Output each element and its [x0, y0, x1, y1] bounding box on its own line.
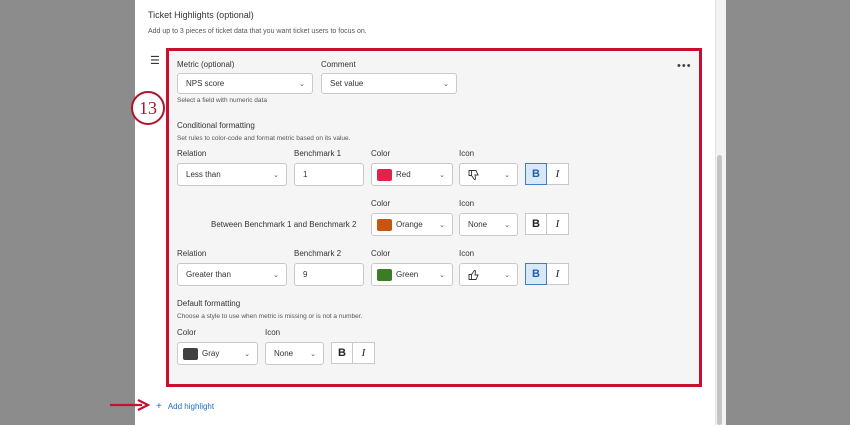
chevron-down-icon: ⌄ [443, 80, 449, 88]
benchmark-1-label: Benchmark 1 [294, 149, 342, 158]
default-color-value: Gray [202, 349, 220, 358]
color-select-value: Green [396, 270, 419, 279]
chevron-down-icon: ⌄ [273, 271, 279, 279]
chevron-down-icon: ⌄ [439, 171, 445, 179]
drag-handle-icon[interactable]: ☰ [150, 56, 160, 67]
icon-label: Icon [459, 149, 475, 158]
chevron-down-icon: ⌄ [439, 221, 445, 229]
color-swatch [183, 347, 198, 360]
comment-select[interactable]: Set value ⌄ [321, 73, 457, 94]
relation-select-value: Greater than [186, 270, 231, 279]
metric-label: Metric (optional) [177, 60, 235, 69]
italic-button[interactable]: I [547, 263, 569, 285]
benchmark-2-input[interactable]: 9 [294, 263, 364, 286]
text-format-group-3: B I [525, 263, 569, 285]
icon-label: Icon [459, 249, 475, 258]
icon-select-3[interactable]: ⌄ [459, 263, 518, 286]
color-select-value: Orange [396, 220, 423, 229]
relation-label: Relation [177, 249, 207, 258]
italic-button[interactable]: I [547, 213, 569, 235]
icon-label: Icon [459, 199, 475, 208]
relation-select-2[interactable]: Greater than ⌄ [177, 263, 287, 286]
add-highlight-link[interactable]: + Add highlight [156, 401, 214, 412]
benchmark-2-label: Benchmark 2 [294, 249, 342, 258]
default-icon-value: None [274, 349, 294, 358]
text-format-group-1: B I [525, 163, 569, 185]
default-text-format-group: B I [331, 342, 375, 364]
bold-button[interactable]: B [525, 263, 547, 285]
color-select-3[interactable]: Green ⌄ [371, 263, 453, 286]
chevron-down-icon: ⌄ [244, 350, 250, 358]
default-color-label: Color [177, 328, 197, 337]
benchmark-1-value: 1 [303, 170, 308, 179]
scrollbar-thumb[interactable] [717, 155, 722, 425]
default-icon-label: Icon [265, 328, 281, 337]
metric-select-value: NPS score [186, 79, 225, 88]
default-formatting-description: Choose a style to use when metric is mis… [177, 313, 363, 320]
relation-label: Relation [177, 149, 207, 158]
between-benchmarks-label: Between Benchmark 1 and Benchmark 2 [211, 220, 357, 229]
bold-button[interactable]: B [525, 163, 547, 185]
default-color-select[interactable]: Gray ⌄ [177, 342, 258, 365]
italic-button[interactable]: I [547, 163, 569, 185]
default-icon-select[interactable]: None ⌄ [265, 342, 324, 365]
chevron-down-icon: ⌄ [439, 271, 445, 279]
chevron-down-icon: ⌄ [310, 350, 316, 358]
chevron-down-icon: ⌄ [504, 221, 510, 229]
icon-select-1[interactable]: ⌄ [459, 163, 518, 186]
metric-select[interactable]: NPS score ⌄ [177, 73, 313, 94]
chevron-down-icon: ⌄ [504, 171, 510, 179]
chevron-down-icon: ⌄ [273, 171, 279, 179]
color-select-value: Red [396, 170, 411, 179]
icon-select-value: None [468, 220, 488, 229]
color-label: Color [371, 199, 391, 208]
metric-hint: Select a field with numeric data [177, 97, 267, 104]
color-swatch [377, 268, 392, 281]
thumbs-down-icon [468, 169, 481, 181]
chevron-down-icon: ⌄ [299, 80, 305, 88]
more-options-icon[interactable]: ••• [677, 61, 692, 72]
step-badge: 13 [131, 91, 165, 125]
plus-icon: + [156, 401, 162, 412]
benchmark-2-value: 9 [303, 270, 308, 279]
relation-select-value: Less than [186, 170, 221, 179]
section-description: Add up to 3 pieces of ticket data that y… [148, 28, 367, 35]
color-swatch [377, 168, 392, 181]
color-label: Color [371, 149, 391, 158]
color-swatch [377, 218, 392, 231]
bold-button[interactable]: B [331, 342, 353, 364]
relation-select-1[interactable]: Less than ⌄ [177, 163, 287, 186]
thumbs-up-icon [468, 269, 481, 281]
color-label: Color [371, 249, 391, 258]
chevron-down-icon: ⌄ [504, 271, 510, 279]
add-highlight-label: Add highlight [167, 402, 215, 411]
comment-select-value: Set value [330, 79, 364, 88]
default-formatting-title: Default formatting [177, 299, 241, 308]
conditional-formatting-description: Set rules to color-code and format metri… [177, 135, 351, 142]
color-select-2[interactable]: Orange ⌄ [371, 213, 453, 236]
section-title: Ticket Highlights (optional) [148, 10, 254, 20]
icon-select-2[interactable]: None ⌄ [459, 213, 518, 236]
conditional-formatting-title: Conditional formatting [177, 121, 255, 130]
color-select-1[interactable]: Red ⌄ [371, 163, 453, 186]
pointer-arrow-icon [110, 399, 150, 411]
bold-button[interactable]: B [525, 213, 547, 235]
comment-label: Comment [321, 60, 356, 69]
italic-button[interactable]: I [353, 342, 375, 364]
benchmark-1-input[interactable]: 1 [294, 163, 364, 186]
text-format-group-2: B I [525, 213, 569, 235]
